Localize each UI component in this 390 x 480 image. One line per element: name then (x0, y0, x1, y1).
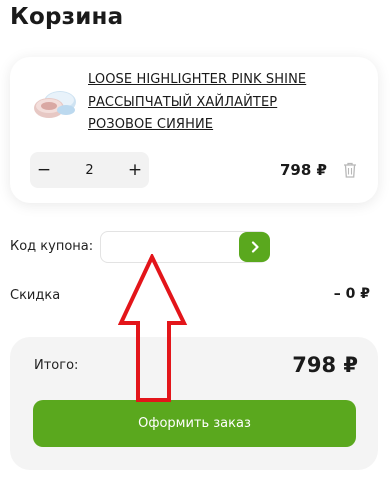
quantity-stepper: − 2 + (30, 152, 149, 188)
product-thumbnail[interactable] (30, 84, 80, 124)
quantity-value[interactable]: 2 (85, 163, 93, 178)
order-summary: Итого: 798 ₽ Оформить заказ (10, 337, 378, 470)
checkout-button[interactable]: Оформить заказ (33, 400, 356, 447)
product-name-link[interactable]: LOOSE HIGHLIGHTER PINK SHINE РАССЫПЧАТЫЙ… (88, 69, 358, 137)
cart-item-card: LOOSE HIGHLIGHTER PINK SHINE РАССЫПЧАТЫЙ… (10, 57, 378, 203)
total-label: Итого: (34, 358, 79, 373)
increment-button[interactable]: + (121, 160, 149, 180)
discount-label: Скидка (10, 288, 61, 303)
product-name-line-1: LOOSE HIGHLIGHTER PINK SHINE (88, 72, 307, 87)
coupon-label: Код купона: (10, 239, 94, 254)
product-name-line-2: РАССЫПЧАТЫЙ ХАЙЛАЙТЕР (88, 94, 278, 110)
decrement-button[interactable]: − (30, 160, 58, 180)
item-price: 798 ₽ (280, 161, 327, 179)
discount-value: – 0 ₽ (333, 286, 370, 302)
page-title: Корзина (10, 4, 124, 30)
trash-icon[interactable] (343, 162, 357, 178)
chevron-right-icon (251, 241, 259, 253)
product-name-line-3: РОЗОВОЕ СИЯНИЕ (88, 117, 214, 132)
total-value: 798 ₽ (292, 353, 358, 377)
apply-coupon-button[interactable] (239, 232, 270, 262)
